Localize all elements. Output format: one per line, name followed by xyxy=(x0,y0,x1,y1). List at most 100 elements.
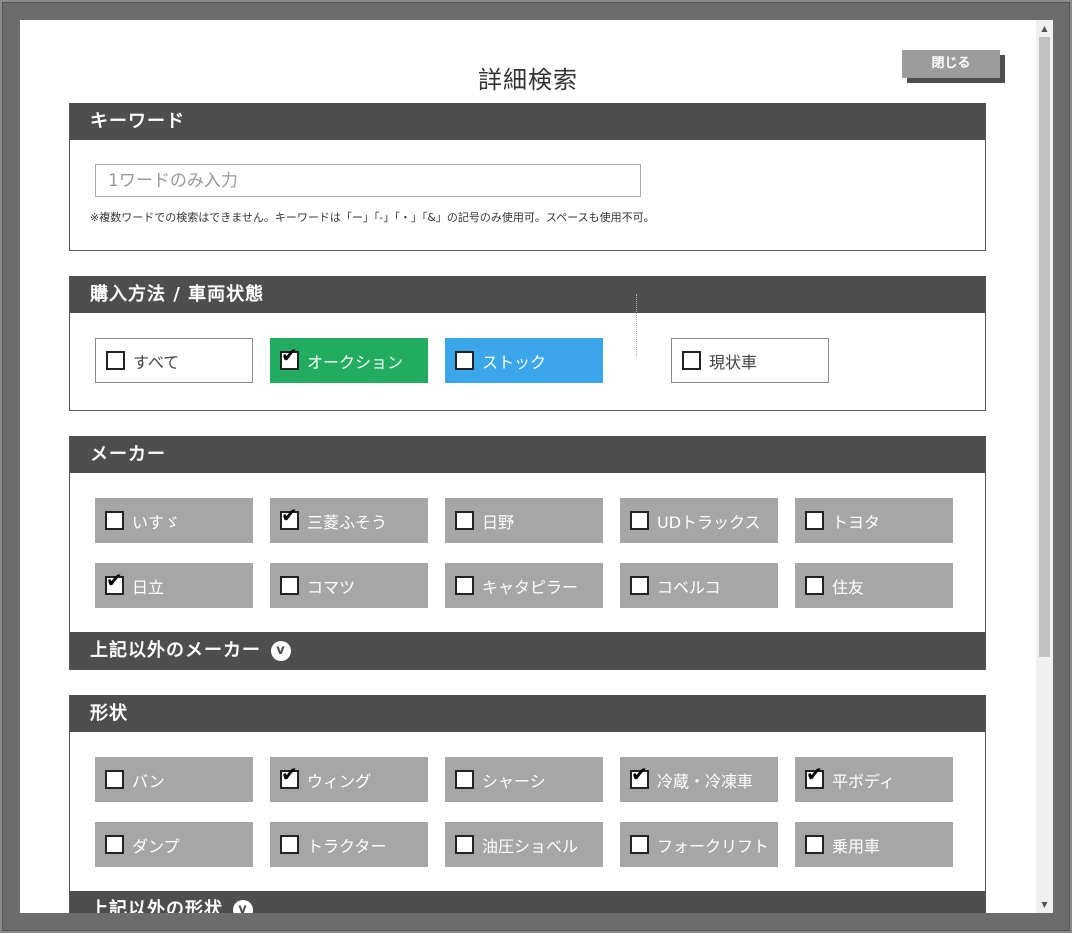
option-label: 三菱ふそう xyxy=(307,512,388,532)
maker-option[interactable]: トヨタ xyxy=(795,498,953,543)
checkbox-icon xyxy=(805,576,824,595)
checkmark-icon: ✔ xyxy=(106,568,123,592)
checkbox-icon xyxy=(455,576,474,595)
option-label: トラクター xyxy=(307,836,387,856)
purchase-option-all[interactable]: すべて xyxy=(95,338,253,383)
checkbox-icon xyxy=(630,576,649,595)
maker-option[interactable]: ✔ 三菱ふそう xyxy=(270,498,428,543)
scroll-thumb[interactable] xyxy=(1039,37,1050,657)
shape-option[interactable]: ✔ 冷蔵・冷凍車 xyxy=(620,757,778,802)
shape-option[interactable]: シャーシ xyxy=(445,757,603,802)
option-label: ダンプ xyxy=(132,836,180,856)
option-label: ストック xyxy=(482,352,547,372)
option-label: 日野 xyxy=(482,512,515,532)
checkbox-icon xyxy=(630,511,649,530)
option-label: トヨタ xyxy=(832,512,881,532)
purchase-header: 購入方法 / 車両状態 xyxy=(70,276,985,313)
shape-option[interactable]: 乗用車 xyxy=(795,822,953,867)
checkbox-icon xyxy=(682,351,701,370)
checkbox-icon xyxy=(455,835,474,854)
shape-option[interactable]: ダンプ xyxy=(95,822,253,867)
checkbox-icon xyxy=(455,511,474,530)
chevron-down-circle-icon: v xyxy=(271,641,291,661)
maker-section: メーカー いすゞ ✔ 三菱ふそう 日野 UDトラックス トヨタ ✔ 日立 コマツ キ… xyxy=(69,436,986,670)
shape-option[interactable]: トラクター xyxy=(270,822,428,867)
option-label: 平ボディ xyxy=(832,771,895,791)
search-dialog: 詳細検索 閉じる キーワード ※複数ワードでの検索はできません。キーワードは「ー… xyxy=(20,20,1036,913)
maker-option[interactable]: ✔ 日立 xyxy=(95,563,253,608)
shape-option[interactable]: ✔ ウィング xyxy=(270,757,428,802)
checkbox-icon xyxy=(630,835,649,854)
checkbox-icon xyxy=(105,770,124,789)
other-shape-label: 上記以外の形状 xyxy=(90,899,223,913)
shape-option[interactable]: 油圧ショベル xyxy=(445,822,603,867)
maker-option[interactable]: いすゞ xyxy=(95,498,253,543)
checkmark-icon: ✔ xyxy=(281,503,298,527)
checkbox-icon xyxy=(105,511,124,530)
checkbox-checked-icon: ✔ xyxy=(280,764,299,789)
checkbox-checked-icon: ✔ xyxy=(105,570,124,595)
option-label: コマツ xyxy=(307,577,356,597)
purchase-option-stock[interactable]: ストック xyxy=(445,338,603,383)
maker-option[interactable]: コマツ xyxy=(270,563,428,608)
checkbox-icon xyxy=(105,835,124,854)
keyword-header: キーワード xyxy=(70,103,985,140)
dialog-title: 詳細検索 xyxy=(478,66,578,94)
checkbox-checked-icon: ✔ xyxy=(805,764,824,789)
option-label: UDトラックス xyxy=(657,512,761,532)
other-maker-toggle[interactable]: 上記以外のメーカー v xyxy=(70,632,985,669)
checkbox-checked-icon: ✔ xyxy=(280,345,299,370)
maker-option[interactable]: コベルコ xyxy=(620,563,778,608)
shape-header: 形状 xyxy=(70,695,985,732)
option-label: キャタピラー xyxy=(482,577,579,597)
option-label: コベルコ xyxy=(657,577,721,597)
option-label: 日立 xyxy=(132,577,165,597)
checkbox-icon xyxy=(455,351,474,370)
keyword-section: キーワード ※複数ワードでの検索はできません。キーワードは「ー」「-」「・」「&… xyxy=(69,103,986,251)
checkmark-icon: ✔ xyxy=(631,762,648,786)
checkbox-icon xyxy=(805,511,824,530)
shape-section: 形状 バン ✔ ウィング シャーシ ✔ 冷蔵・冷凍車 ✔ 平ボディ ダンプ トラクター… xyxy=(69,695,986,913)
maker-header: メーカー xyxy=(70,436,985,473)
checkmark-icon: ✔ xyxy=(806,762,823,786)
checkbox-icon xyxy=(280,835,299,854)
option-divider xyxy=(636,294,637,356)
shape-option[interactable]: ✔ 平ボディ xyxy=(795,757,953,802)
purchase-section: 購入方法 / 車両状態 すべて ✔ オークション ストック 現状車 xyxy=(69,276,986,411)
other-shape-toggle[interactable]: 上記以外の形状 v xyxy=(70,891,985,913)
option-label: オークション xyxy=(307,352,404,372)
vertical-scrollbar[interactable]: ▲ ▼ xyxy=(1036,20,1053,913)
shape-option[interactable]: バン xyxy=(95,757,253,802)
option-label: シャーシ xyxy=(482,771,546,791)
option-label: フォークリフト xyxy=(657,836,770,856)
purchase-option-as-is[interactable]: 現状車 xyxy=(671,338,829,383)
checkbox-icon xyxy=(805,835,824,854)
checkmark-icon: ✔ xyxy=(281,343,298,367)
other-maker-label: 上記以外のメーカー xyxy=(90,640,261,661)
checkbox-icon xyxy=(455,770,474,789)
keyword-note: ※複数ワードでの検索はできません。キーワードは「ー」「-」「・」「&」の記号のみ… xyxy=(90,211,655,224)
shape-option[interactable]: フォークリフト xyxy=(620,822,778,867)
keyword-input[interactable] xyxy=(95,164,641,197)
option-label: 住友 xyxy=(832,577,865,597)
scroll-down-icon[interactable]: ▼ xyxy=(1036,896,1053,913)
option-label: 現状車 xyxy=(709,352,758,372)
purchase-option-auction[interactable]: ✔ オークション xyxy=(270,338,428,383)
scroll-up-icon[interactable]: ▲ xyxy=(1036,20,1053,37)
checkbox-checked-icon: ✔ xyxy=(630,764,649,789)
option-label: 冷蔵・冷凍車 xyxy=(657,771,754,791)
checkbox-icon xyxy=(280,576,299,595)
close-button[interactable]: 閉じる xyxy=(902,50,1000,78)
maker-option[interactable]: UDトラックス xyxy=(620,498,778,543)
option-label: ウィング xyxy=(307,771,372,791)
option-label: 油圧ショベル xyxy=(482,836,579,856)
option-label: いすゞ xyxy=(132,512,181,532)
checkbox-checked-icon: ✔ xyxy=(280,505,299,530)
checkmark-icon: ✔ xyxy=(281,762,298,786)
maker-option[interactable]: 住友 xyxy=(795,563,953,608)
checkbox-icon xyxy=(106,351,125,370)
maker-option[interactable]: 日野 xyxy=(445,498,603,543)
option-label: すべて xyxy=(133,352,180,372)
maker-option[interactable]: キャタピラー xyxy=(445,563,603,608)
chevron-down-circle-icon: v xyxy=(233,900,253,913)
